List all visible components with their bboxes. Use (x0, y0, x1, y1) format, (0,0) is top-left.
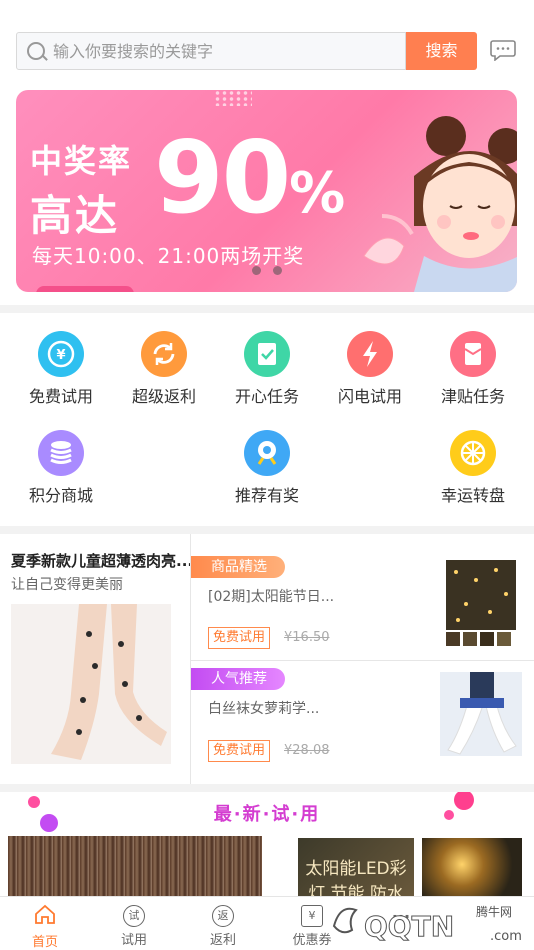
envelope-icon (464, 343, 482, 365)
divider (191, 660, 534, 661)
original-price: ¥16.50 (284, 630, 330, 645)
product-section: 夏季新款儿童超薄透肉亮... 让自己变得更美丽 商品精选 [02期]太阳能节日.… (0, 534, 534, 784)
shortcut-allowance-task[interactable]: 津贴任务 (423, 331, 523, 407)
target-icon (257, 441, 277, 465)
shortcut-label: 幸运转盘 (440, 486, 505, 505)
tag-ribbon-selection: 商品精选 (191, 556, 285, 578)
lightning-icon (363, 341, 377, 367)
featured-title[interactable]: 夏季新款儿童超薄透肉亮... (11, 550, 193, 571)
shortcut-label: 超级返利 (131, 387, 196, 406)
tag-ribbon-popular: 人气推荐 (191, 668, 285, 690)
shortcut-points-mall[interactable]: 积分商城 (11, 430, 111, 506)
latest-trial-section: 最·新·试·用 太阳能LED彩灯 节能 防水 (0, 792, 534, 902)
item-thumbnail[interactable] (440, 672, 522, 756)
refresh-icon (153, 343, 175, 365)
shortcut-label: 推荐有奖 (234, 486, 299, 505)
shortcut-grid: ¥ 免费试用 超级返利 开心任务 闪电试用 津贴任务 积分商城 推荐有奖 幸运转… (0, 313, 534, 526)
shortcut-label: 开心任务 (234, 387, 299, 406)
latest-card[interactable] (8, 836, 262, 902)
watermark-brand: QQTN (364, 910, 454, 943)
tab-label: 首页 (31, 935, 58, 950)
shortcut-flash-trial[interactable]: 闪电试用 (320, 331, 420, 407)
banner-line1: 中奖率 (30, 142, 133, 180)
tab-rebate[interactable]: 返 返利 (178, 897, 268, 948)
shortcut-label: 积分商城 (28, 486, 93, 505)
header-area: 搜索 中奖率 高达 90% 每天10:00、21:00两场开奖 (0, 0, 534, 305)
search-box[interactable] (16, 32, 406, 70)
latest-title: 最·新·试·用 (213, 804, 321, 825)
shortcut-free-trial[interactable]: ¥ 免费试用 (11, 331, 111, 407)
banner-percent: % (289, 161, 345, 226)
search-input[interactable] (53, 33, 403, 69)
tab-label: 返利 (209, 933, 236, 948)
watermark-logo: QQTN 腾牛网 .com (332, 904, 522, 944)
shortcut-referral-reward[interactable]: 推荐有奖 (217, 430, 317, 506)
svg-text:¥: ¥ (56, 348, 65, 363)
original-price: ¥28.08 (284, 743, 330, 758)
tab-home[interactable]: 首页 (0, 897, 90, 950)
girl-illustration (363, 116, 517, 292)
shortcut-super-rebate[interactable]: 超级返利 (114, 331, 214, 407)
free-trial-badge[interactable]: 免费试用 (208, 627, 271, 649)
clipboard-check-icon (258, 343, 276, 365)
trial-icon: 试 (123, 905, 145, 927)
latest-card[interactable]: 太阳能LED彩灯 节能 防水 (272, 836, 526, 902)
shortcut-label: 免费试用 (28, 387, 93, 406)
shortcut-label: 津贴任务 (440, 387, 505, 406)
featured-image[interactable] (11, 604, 171, 764)
search-button[interactable]: 搜索 (406, 32, 477, 70)
decor-dots (214, 90, 252, 106)
rebate-icon: 返 (212, 905, 234, 927)
pager-dot[interactable] (252, 266, 261, 275)
card-image: 太阳能LED彩灯 节能 防水 (298, 838, 414, 902)
shortcut-label: 闪电试用 (337, 387, 402, 406)
tab-trial[interactable]: 试 试用 (89, 897, 179, 948)
shortcut-happy-task[interactable]: 开心任务 (217, 331, 317, 407)
banner-pager (252, 260, 294, 279)
coupon-icon: ¥ (301, 905, 323, 927)
yen-refresh-icon: ¥ (47, 340, 75, 368)
coins-stack-icon (50, 441, 72, 464)
shortcut-lucky-wheel[interactable]: 幸运转盘 (423, 430, 523, 506)
promo-banner[interactable]: 中奖率 高达 90% 每天10:00、21:00两场开奖 (16, 90, 517, 292)
card-image-text: 太阳能LED彩灯 节能 防水 (305, 859, 407, 902)
item-name[interactable]: 白丝袜女萝莉学... (208, 698, 319, 718)
watermark-domain: .com (490, 929, 522, 944)
featured-subtitle: 让自己变得更美丽 (11, 577, 123, 593)
banner-line2: 高达 (30, 191, 121, 240)
card-image (422, 838, 522, 902)
tab-label: 试用 (120, 933, 147, 948)
item-thumbnail[interactable] (446, 560, 516, 646)
pager-dot[interactable] (273, 266, 282, 275)
wheel-icon (460, 440, 486, 466)
banner-big-number: 90% (154, 128, 345, 244)
banner-tag (36, 286, 134, 292)
search-icon (27, 42, 45, 60)
watermark-site: 腾牛网 (476, 904, 512, 919)
banner-number: 90 (154, 119, 291, 236)
free-trial-badge[interactable]: 免费试用 (208, 740, 271, 762)
message-icon[interactable] (490, 39, 516, 61)
item-name[interactable]: [02期]太阳能节日... (208, 586, 334, 606)
home-icon (35, 904, 55, 924)
